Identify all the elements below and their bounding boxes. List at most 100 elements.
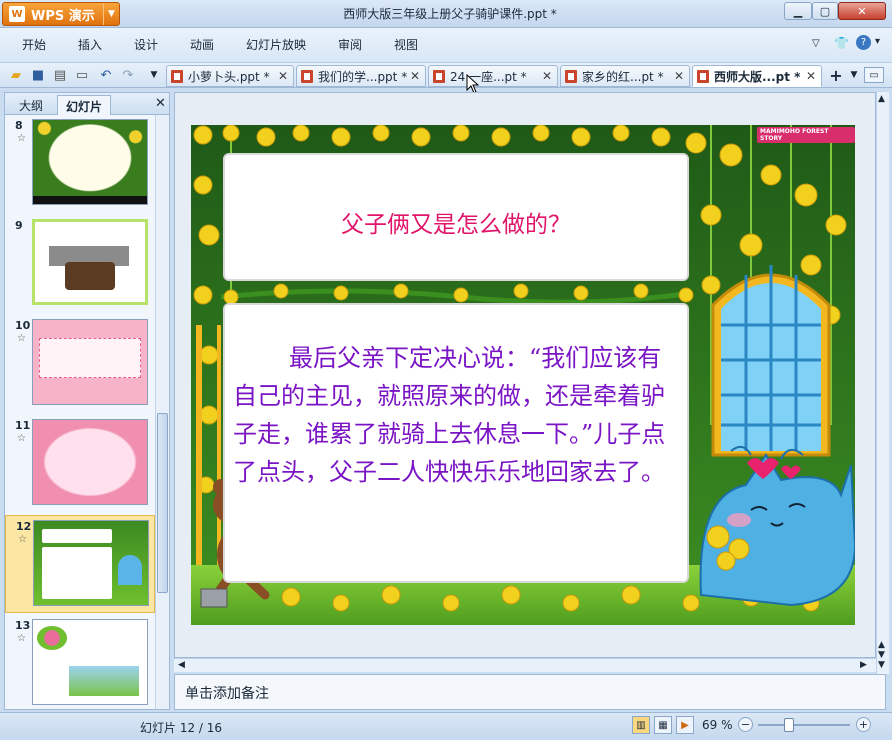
title-bar: W WPS 演示 ▼ 西师大版三年级上册父子骑驴课件.ppt * ▁ ▢ ✕: [0, 0, 892, 28]
slide-number: 13: [15, 619, 31, 632]
slide-preview: [32, 119, 148, 205]
slide-title: 父子俩又是怎么做的？: [341, 212, 571, 238]
animation-star-icon: ☆: [17, 333, 26, 344]
tab-slides[interactable]: 幻灯片: [57, 95, 112, 115]
vertical-scrollbar[interactable]: ▲ ▲ ▼ ▼: [876, 92, 889, 674]
normal-view-icon[interactable]: ▥: [632, 716, 650, 734]
slide-thumbnail-12-selected[interactable]: 12 ☆: [5, 515, 155, 613]
redo-icon[interactable]: ↷: [120, 67, 136, 83]
close-tab-icon[interactable]: ✕: [674, 69, 684, 83]
minimize-button[interactable]: ▁: [784, 2, 812, 20]
doc-tab-3[interactable]: 24 一座...pt * ✕: [428, 65, 558, 87]
close-window-button[interactable]: ✕: [838, 2, 886, 20]
slide-number: 9: [15, 219, 23, 232]
slide-preview: [32, 419, 148, 505]
current-slide[interactable]: MAMIMOHO FOREST STORY 父子俩又是怎么做的？ 最后父亲下定决…: [191, 125, 855, 625]
chevron-down-icon: ▼: [103, 3, 119, 25]
slide-logo: MAMIMOHO FOREST STORY: [757, 127, 855, 143]
doc-tab-2[interactable]: 我们的学...ppt * ✕: [296, 65, 426, 87]
print-icon[interactable]: ▤: [52, 67, 68, 83]
slide-thumbnail-10[interactable]: 10 ☆: [5, 315, 155, 413]
open-folder-icon[interactable]: ▰: [8, 67, 24, 83]
menu-bar: 开始 插入 设计 动画 幻灯片放映 审阅 视图 ▽ 👕 ? ▾: [0, 28, 892, 62]
slide-thumbnail-11[interactable]: 11 ☆: [5, 415, 155, 513]
close-panel-icon[interactable]: ✕: [155, 96, 166, 111]
save-icon[interactable]: ■: [30, 67, 46, 83]
new-tab-icon[interactable]: +: [828, 66, 844, 85]
skin-icon[interactable]: 👕: [834, 36, 849, 50]
slide-title-box[interactable]: 父子俩又是怎么做的？: [223, 153, 689, 281]
wps-logo-icon: W: [9, 6, 25, 22]
zoom-slider-track[interactable]: [758, 724, 850, 726]
panel-scroll-thumb[interactable]: [157, 413, 168, 593]
close-tab-icon[interactable]: ✕: [410, 69, 420, 83]
menu-insert[interactable]: 插入: [78, 36, 102, 53]
slide-body-text: 最后父亲下定决心说：“我们应该有自己的主见，就照原来的做，还是牵着驴子走，谁累了…: [233, 344, 666, 486]
customize-toolbar-icon[interactable]: ▼: [146, 67, 162, 83]
collapse-ribbon-icon[interactable]: ▽: [812, 38, 820, 49]
menu-home[interactable]: 开始: [22, 36, 46, 53]
menu-review[interactable]: 审阅: [338, 36, 362, 53]
doc-tab-4[interactable]: 家乡的红...pt * ✕: [560, 65, 690, 87]
slide-preview-scene: [69, 666, 139, 696]
slide-body-box[interactable]: 最后父亲下定决心说：“我们应该有自己的主见，就照原来的做，还是牵着驴子走，谁累了…: [223, 303, 689, 583]
slide-preview-window: [118, 555, 142, 585]
print-preview-icon[interactable]: ▭: [74, 67, 90, 83]
help-icon[interactable]: ?: [856, 35, 871, 50]
doc-tab-5-active[interactable]: 西师大版...pt * ✕: [692, 65, 822, 87]
slideshow-icon[interactable]: ▶: [676, 716, 694, 734]
wps-brand-label: WPS 演示: [31, 8, 95, 24]
slide-thumbnail-list: 8 ☆ 9 10 ☆ 11 ☆ 12 ☆ 13 ☆: [5, 115, 155, 709]
help-dropdown-icon[interactable]: ▾: [875, 36, 880, 47]
zoom-slider-thumb[interactable]: [784, 718, 794, 732]
close-tab-icon[interactable]: ✕: [278, 69, 288, 83]
slide-number: 10: [15, 319, 31, 332]
scroll-down-icon[interactable]: ▼: [878, 660, 885, 670]
slide-thumbnail-13[interactable]: 13 ☆: [5, 615, 155, 709]
doc-tab-label: 西师大版...pt *: [714, 69, 801, 84]
maximize-button[interactable]: ▢: [812, 2, 838, 20]
slide-thumbnail-8[interactable]: 8 ☆: [5, 115, 155, 213]
zoom-level: 69 %: [702, 718, 733, 732]
slide-preview-flowers: [37, 626, 67, 650]
tab-outline[interactable]: 大纲: [11, 95, 51, 115]
close-tab-icon[interactable]: ✕: [542, 69, 552, 83]
notes-placeholder: 单击添加备注: [185, 686, 269, 702]
slide-preview: [32, 219, 148, 305]
mouse-cursor-icon: [466, 74, 480, 94]
notes-pane[interactable]: 单击添加备注: [174, 674, 886, 710]
slide-edit-area: MAMIMOHO FOREST STORY 父子俩又是怎么做的？ 最后父亲下定决…: [174, 92, 876, 658]
panel-scrollbar[interactable]: [155, 115, 169, 709]
undo-icon[interactable]: ↶: [98, 67, 114, 83]
slide-number: 11: [15, 419, 31, 432]
animation-star-icon: ☆: [17, 433, 26, 444]
horizontal-scrollbar[interactable]: ◀ ▶: [174, 658, 876, 672]
animation-star-icon: ☆: [17, 133, 26, 144]
doc-tab-1[interactable]: 小萝卜头.ppt * ✕: [166, 65, 294, 87]
ppt-file-icon: [301, 69, 313, 83]
zoom-in-icon[interactable]: +: [856, 717, 871, 732]
scroll-right-icon[interactable]: ▶: [860, 660, 867, 670]
scroll-left-icon[interactable]: ◀: [178, 660, 185, 670]
slide-number: 12: [16, 520, 32, 533]
slide-preview-figures: [65, 262, 115, 290]
wps-app-menu-button[interactable]: W WPS 演示 ▼: [2, 2, 120, 26]
scroll-up-icon[interactable]: ▲: [878, 94, 885, 104]
previous-slide-icon[interactable]: ▲: [878, 640, 885, 650]
slide-thumbnail-panel: 大纲 幻灯片 ✕ 8 ☆ 9 10 ☆ 11 ☆ 12 ☆ 13 ☆: [4, 92, 170, 710]
next-slide-icon[interactable]: ▼: [878, 650, 885, 660]
close-tab-icon[interactable]: ✕: [806, 69, 816, 83]
slide-thumbnail-9[interactable]: 9: [5, 215, 155, 313]
ppt-file-icon: [697, 69, 709, 83]
menu-view[interactable]: 视图: [394, 36, 418, 53]
menu-animation[interactable]: 动画: [190, 36, 214, 53]
slide-number: 8: [15, 119, 23, 132]
menu-slideshow[interactable]: 幻灯片放映: [246, 36, 306, 53]
zoom-out-icon[interactable]: −: [738, 717, 753, 732]
tab-list-dropdown-icon[interactable]: ▼: [846, 67, 862, 83]
animation-star-icon: ☆: [18, 534, 27, 545]
slide-sorter-icon[interactable]: ▦: [654, 716, 672, 734]
menu-design[interactable]: 设计: [134, 36, 158, 53]
ppt-file-icon: [171, 69, 183, 83]
restore-pane-icon[interactable]: ▭: [864, 67, 884, 83]
